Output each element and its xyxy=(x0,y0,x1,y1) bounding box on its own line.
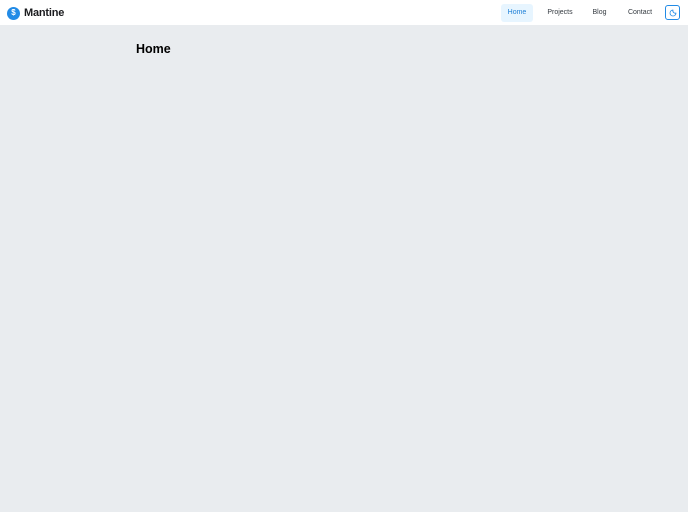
brand-name: Mantine xyxy=(24,7,65,19)
nav-link-contact[interactable]: Contact xyxy=(621,4,659,22)
page-title: Home xyxy=(136,42,171,56)
moon-icon xyxy=(669,9,676,16)
nav-link-home[interactable]: Home xyxy=(501,4,533,22)
theme-toggle-button[interactable] xyxy=(665,5,680,20)
app-header: $ Mantine Home Projects Blog Contact xyxy=(0,0,688,26)
nav-link-blog[interactable]: Blog xyxy=(586,4,613,22)
nav-link-projects[interactable]: Projects xyxy=(541,4,579,22)
brand-logo[interactable]: $ Mantine xyxy=(7,6,64,20)
mantine-logo-icon: $ xyxy=(7,6,20,20)
